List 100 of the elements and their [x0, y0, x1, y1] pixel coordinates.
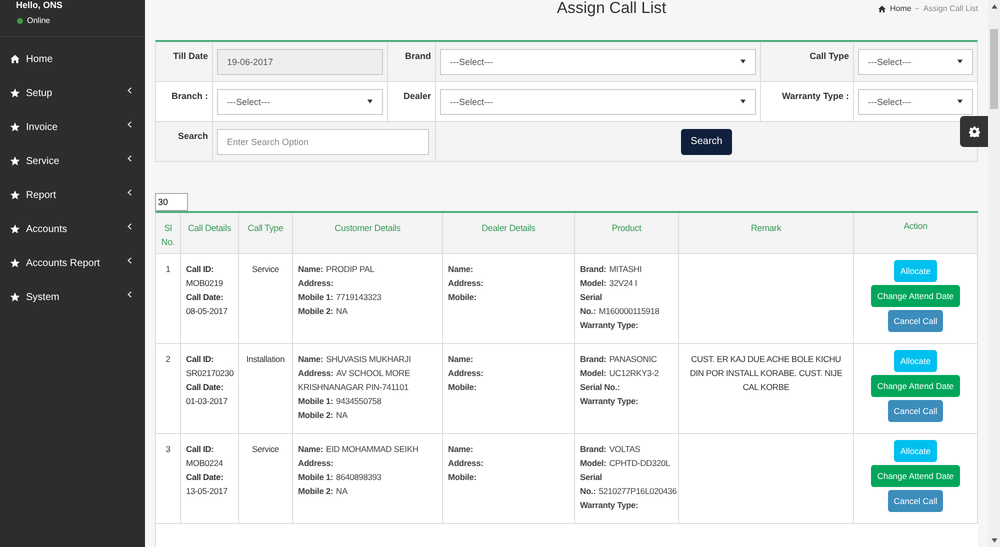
- table-cell: Service: [252, 444, 279, 454]
- scrollbar-thumb[interactable]: [990, 29, 998, 109]
- column-header: Call Details: [188, 223, 232, 233]
- detail-line: Address:: [298, 277, 334, 290]
- star-icon: [10, 122, 20, 132]
- sidebar-item[interactable]: Service: [0, 144, 145, 178]
- column-header: Product: [612, 223, 642, 233]
- detail-line: Mobile 2: NA: [298, 409, 348, 422]
- select-dropdown[interactable]: ---Select---: [440, 88, 756, 114]
- scroll-down-icon[interactable]: [990, 538, 998, 543]
- caret-icon: [740, 99, 746, 104]
- home-icon: [10, 54, 20, 64]
- detail-line: Model: UC12RKY3-2: [580, 367, 660, 380]
- detail-line: Mobile 1: 9434550758: [298, 395, 382, 408]
- caret-icon: [740, 59, 746, 64]
- column-header: Dealer Details: [482, 223, 536, 233]
- filter-label: Dealer: [403, 91, 431, 101]
- star-icon: [10, 292, 20, 302]
- caret-icon: [367, 99, 373, 104]
- detail-line: Mobile 1: 8640898393: [298, 471, 382, 484]
- column-header: Call Type: [248, 223, 284, 233]
- detail-line: Name: SHUVASIS MUKHARJI: [298, 353, 412, 366]
- search-field[interactable]: Enter Search Option: [217, 128, 429, 154]
- sidebar-item[interactable]: Accounts Report: [0, 246, 145, 280]
- table-cell-text: 13-05-2017: [186, 485, 228, 498]
- filter-label: Brand: [404, 51, 431, 61]
- detail-line: Name:: [448, 353, 474, 366]
- filter-label: Warranty Type :: [782, 91, 849, 101]
- table-cell: 3: [166, 444, 170, 454]
- select-dropdown[interactable]: ---Select---: [217, 88, 383, 114]
- detail-line: Mobile 2: NA: [298, 485, 348, 498]
- action-button[interactable]: Cancel Call: [888, 490, 944, 512]
- filter-label: Branch :: [171, 91, 208, 101]
- filter-label: Call Type: [810, 51, 849, 61]
- star-icon: [10, 88, 20, 98]
- detail-line: Address:: [448, 367, 484, 380]
- detail-line: Warranty Type:: [580, 499, 640, 512]
- user-status: Online: [27, 16, 50, 25]
- star-icon: [10, 258, 20, 268]
- detail-line: Address:: [448, 457, 484, 470]
- caret-icon: [957, 59, 963, 64]
- online-status-icon: [17, 18, 23, 24]
- detail-line: Serial No.: M160000115918: [580, 291, 660, 318]
- detail-line: Brand: MITASHI: [580, 263, 643, 276]
- detail-line: Address: AV SCHOOL MORE KRISHNANAGAR PIN-741101: [298, 367, 411, 394]
- star-icon: [10, 190, 20, 200]
- filter-label: Search: [178, 131, 208, 141]
- detail-line: Address:: [448, 277, 484, 290]
- home-icon: [878, 4, 886, 12]
- detail-line: Name: PRODIP PAL: [298, 263, 376, 276]
- table-cell-text: MOB0219: [186, 277, 223, 290]
- detail-line: Warranty Type:: [580, 319, 640, 332]
- field-label: Call Date:: [186, 291, 224, 304]
- detail-line: Mobile 1: 7719143323: [298, 291, 382, 304]
- select-dropdown[interactable]: ---Select---: [440, 48, 756, 74]
- breadcrumb-link[interactable]: Home: [890, 4, 912, 13]
- column-header: Sl No.: [161, 223, 175, 247]
- detail-line: Serial No.: 5210277P16L020436: [580, 471, 675, 498]
- caret-icon: [957, 99, 963, 104]
- detail-line: Name:: [448, 443, 474, 456]
- detail-line: Mobile:: [448, 291, 478, 304]
- settings-icon: [968, 126, 980, 137]
- detail-line: Brand: VOLTAS: [580, 443, 642, 456]
- sidebar-item[interactable]: Accounts: [0, 212, 145, 246]
- sidebar-item[interactable]: Home: [0, 42, 145, 76]
- detail-line: Model: 32V24 I: [580, 277, 638, 290]
- settings-button[interactable]: [960, 116, 988, 147]
- search-button[interactable]: Search: [680, 128, 732, 154]
- detail-line: Name: EID MOHAMMAD SEIKH: [298, 443, 420, 456]
- action-button[interactable]: Cancel Call: [888, 310, 944, 332]
- sidebar-item[interactable]: Setup: [0, 76, 145, 110]
- sidebar-item[interactable]: Invoice: [0, 110, 145, 144]
- table-cell-text: 08-05-2017: [186, 305, 228, 318]
- sidebar-item[interactable]: System: [0, 280, 145, 314]
- filter-label: Till Date: [173, 51, 208, 61]
- sidebar-item[interactable]: Report: [0, 178, 145, 212]
- table-cell-text: MOB0224: [186, 457, 223, 470]
- select-dropdown[interactable]: ---Select---: [858, 88, 973, 114]
- scrollbar[interactable]: [988, 0, 1000, 547]
- detail-line: Model: CPHTD-DD320L: [580, 457, 672, 470]
- detail-line: Mobile:: [448, 471, 478, 484]
- user-greeting: Hello, ONS: [16, 0, 63, 11]
- detail-line: Mobile 2: NA: [298, 305, 348, 318]
- star-icon: [10, 224, 20, 234]
- detail-line: Name:: [448, 263, 474, 276]
- date-field[interactable]: 19-06-2017: [217, 48, 383, 74]
- table-cell: Installation: [246, 354, 285, 364]
- field-label: Call ID:: [186, 263, 214, 276]
- column-header: Customer Details: [334, 223, 400, 233]
- action-button[interactable]: Cancel Call: [888, 400, 944, 422]
- page-size-field[interactable]: 30: [155, 193, 188, 211]
- table-cell-text: 01-03-2017: [186, 395, 228, 408]
- scroll-up-icon[interactable]: [990, 4, 998, 9]
- remark-text: CUST. ER KAJ DUE ACHE BOLE KICHU DIN POR INSTALL KORABE. CUST. NIJE CAL KORBE: [688, 353, 844, 394]
- page-title: Assign Call List: [556, 0, 666, 19]
- table-cell: 1: [166, 264, 170, 274]
- field-label: Call Date:: [186, 471, 224, 484]
- select-dropdown[interactable]: ---Select---: [858, 48, 973, 74]
- field-label: Call Date:: [186, 381, 224, 394]
- column-header: Remark: [750, 223, 782, 233]
